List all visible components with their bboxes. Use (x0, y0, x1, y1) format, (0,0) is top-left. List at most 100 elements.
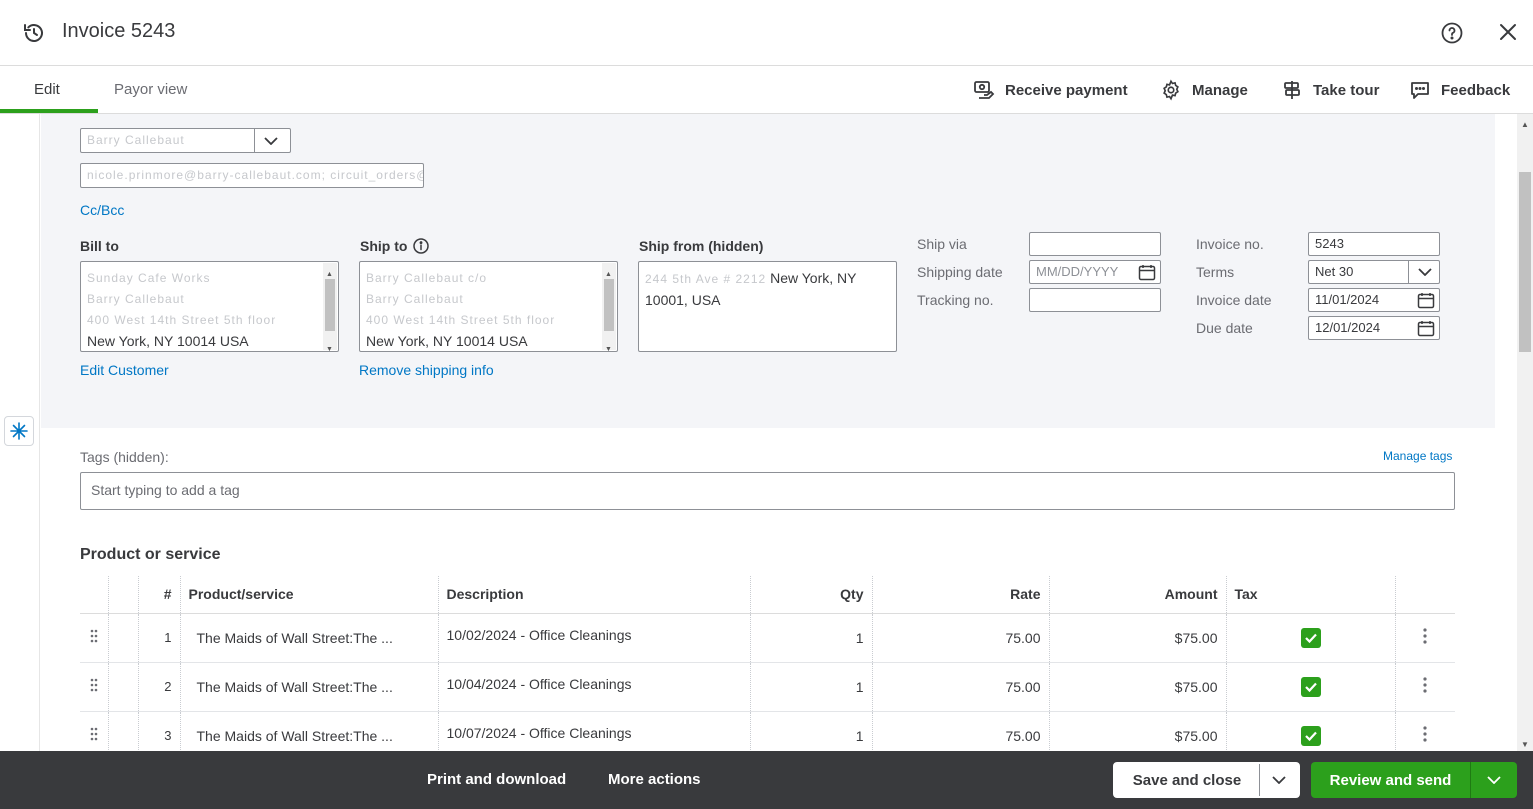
customer-email-field[interactable]: nicole.prinmore@barry-callebaut.com; cir… (80, 163, 424, 188)
row-rate[interactable]: 75.00 (872, 613, 1050, 663)
send-options-toggle[interactable] (1470, 762, 1517, 798)
due-date-input[interactable]: 12/01/2024 (1308, 316, 1440, 340)
feedback-label: Feedback (1441, 81, 1511, 99)
ship-to-scroll-thumb[interactable] (604, 279, 614, 331)
table-row[interactable]: 1 The Maids of Wall Street:The ... 10/02… (80, 613, 1455, 663)
row-description[interactable]: 10/04/2024 - Office Cleanings (438, 662, 751, 712)
drag-handle-icon[interactable] (80, 613, 109, 663)
table-row[interactable]: 2 The Maids of Wall Street:The ... 10/04… (80, 662, 1455, 712)
tab-edit[interactable]: Edit (34, 81, 60, 98)
cc-bcc-link[interactable]: Cc/Bcc (80, 202, 124, 218)
row-menu[interactable] (1395, 711, 1455, 751)
save-options-toggle[interactable] (1259, 764, 1298, 796)
drag-handle-icon[interactable] (80, 711, 109, 751)
manage-button[interactable]: Manage (1160, 78, 1248, 102)
page-scroll-thumb[interactable] (1519, 172, 1531, 352)
tracking-input[interactable] (1029, 288, 1161, 312)
customer-dropdown-toggle[interactable] (254, 129, 286, 152)
info-icon[interactable] (413, 238, 430, 254)
row-menu[interactable] (1395, 613, 1455, 663)
terms-value: Net 30 (1315, 264, 1354, 279)
tracking-label: Tracking no. (917, 292, 994, 308)
right-gutter (1495, 114, 1517, 751)
row-tax[interactable] (1226, 662, 1396, 712)
row-qty[interactable]: 1 (750, 711, 873, 751)
row-description[interactable]: 10/07/2024 - Office Cleanings (438, 711, 751, 751)
row-tax[interactable] (1226, 613, 1396, 663)
row-spacer (108, 662, 139, 712)
row-tax[interactable] (1226, 711, 1396, 751)
customer-select[interactable]: Barry Callebaut (80, 128, 291, 153)
invoice-date-input[interactable]: 11/01/2024 (1308, 288, 1440, 312)
history-icon[interactable] (22, 21, 46, 45)
scroll-down-icon[interactable]: ▼ (1521, 740, 1529, 749)
tax-checkbox[interactable] (1300, 725, 1321, 746)
bill-to-scroll-thumb[interactable] (325, 279, 335, 331)
col-number: # (138, 576, 181, 614)
edit-customer-link[interactable]: Edit Customer (80, 362, 169, 378)
row-amount[interactable]: $75.00 (1049, 711, 1227, 751)
row-product[interactable]: The Maids of Wall Street:The ... (180, 662, 439, 712)
row-amount[interactable]: $75.00 (1049, 613, 1227, 663)
scroll-down-icon[interactable]: ▼ (605, 339, 612, 351)
tax-checkbox[interactable] (1300, 627, 1321, 648)
row-rate[interactable]: 75.00 (872, 662, 1050, 712)
terms-dropdown-toggle[interactable] (1408, 261, 1439, 283)
table-row[interactable]: 3 The Maids of Wall Street:The ... 10/07… (80, 711, 1455, 751)
row-description[interactable]: 10/02/2024 - Office Cleanings (438, 613, 751, 663)
row-number: 2 (138, 662, 181, 712)
remove-shipping-link[interactable]: Remove shipping info (359, 362, 494, 378)
due-date-label: Due date (1196, 320, 1253, 336)
calendar-icon[interactable] (1417, 292, 1435, 309)
footer-action-bar: Print and download More actions Save and… (0, 751, 1533, 809)
ship-to-address[interactable]: Barry Callebaut c/o Barry Callebaut 400 … (359, 261, 618, 352)
row-rate[interactable]: 75.00 (872, 711, 1050, 751)
shipping-date-placeholder: MM/DD/YYYY (1036, 264, 1119, 279)
col-amount: Amount (1049, 576, 1227, 614)
scroll-up-icon[interactable]: ▲ (1521, 120, 1529, 129)
help-icon[interactable] (1440, 21, 1464, 45)
tab-payor-view[interactable]: Payor view (114, 81, 187, 98)
dialog-header: Invoice 5243 (0, 0, 1533, 66)
invoice-no-input[interactable]: 5243 (1308, 232, 1440, 256)
row-product[interactable]: The Maids of Wall Street:The ... (180, 711, 439, 751)
close-icon[interactable] (1497, 21, 1519, 43)
more-vertical-icon[interactable] (1423, 628, 1427, 644)
more-vertical-icon[interactable] (1423, 677, 1427, 693)
shipping-date-input[interactable]: MM/DD/YYYY (1029, 260, 1161, 284)
drag-handle-icon[interactable] (80, 662, 109, 712)
ship-to-line-4: New York, NY 10014 USA (366, 333, 528, 349)
calendar-icon[interactable] (1417, 320, 1435, 337)
chevron-down-icon (1272, 776, 1286, 784)
scroll-down-icon[interactable]: ▼ (326, 339, 333, 351)
tab-bar: Edit Payor view Receive payment Manage T… (0, 66, 1533, 114)
row-qty[interactable]: 1 (750, 662, 873, 712)
more-vertical-icon[interactable] (1423, 726, 1427, 742)
bill-to-scrollbar[interactable]: ▲ ▼ (323, 263, 337, 351)
ship-from-address[interactable]: 244 5th Ave # 2212 New York, NY 10001, U… (638, 261, 897, 352)
ship-to-scrollbar[interactable]: ▲ ▼ (602, 263, 616, 351)
more-actions-button[interactable]: More actions (608, 771, 701, 788)
row-amount[interactable]: $75.00 (1049, 662, 1227, 712)
tax-checkbox[interactable] (1300, 676, 1321, 697)
receive-payment-button[interactable]: Receive payment (973, 78, 1128, 102)
print-download-button[interactable]: Print and download (427, 771, 566, 788)
manage-tags-link[interactable]: Manage tags (1383, 449, 1452, 463)
invoice-date-value: 11/01/2024 (1315, 292, 1380, 307)
calendar-icon[interactable] (1138, 264, 1156, 281)
row-qty[interactable]: 1 (750, 613, 873, 663)
row-spacer (108, 711, 139, 751)
ship-via-input[interactable] (1029, 232, 1161, 256)
row-menu[interactable] (1395, 662, 1455, 712)
review-send-button[interactable]: Review and send (1311, 772, 1470, 789)
assistant-button[interactable] (4, 416, 34, 446)
save-close-button[interactable]: Save and close (1115, 772, 1259, 789)
page-scrollbar[interactable]: ▲ ▼ (1517, 114, 1533, 751)
tags-input[interactable]: Start typing to add a tag (80, 472, 1455, 510)
feedback-button[interactable]: Feedback (1409, 78, 1510, 102)
take-tour-button[interactable]: Take tour (1281, 78, 1379, 102)
bill-to-address[interactable]: Sunday Cafe Works Barry Callebaut 400 We… (80, 261, 339, 352)
receive-payment-icon (974, 81, 995, 99)
row-product[interactable]: The Maids of Wall Street:The ... (180, 613, 439, 663)
terms-select[interactable]: Net 30 (1308, 260, 1440, 284)
